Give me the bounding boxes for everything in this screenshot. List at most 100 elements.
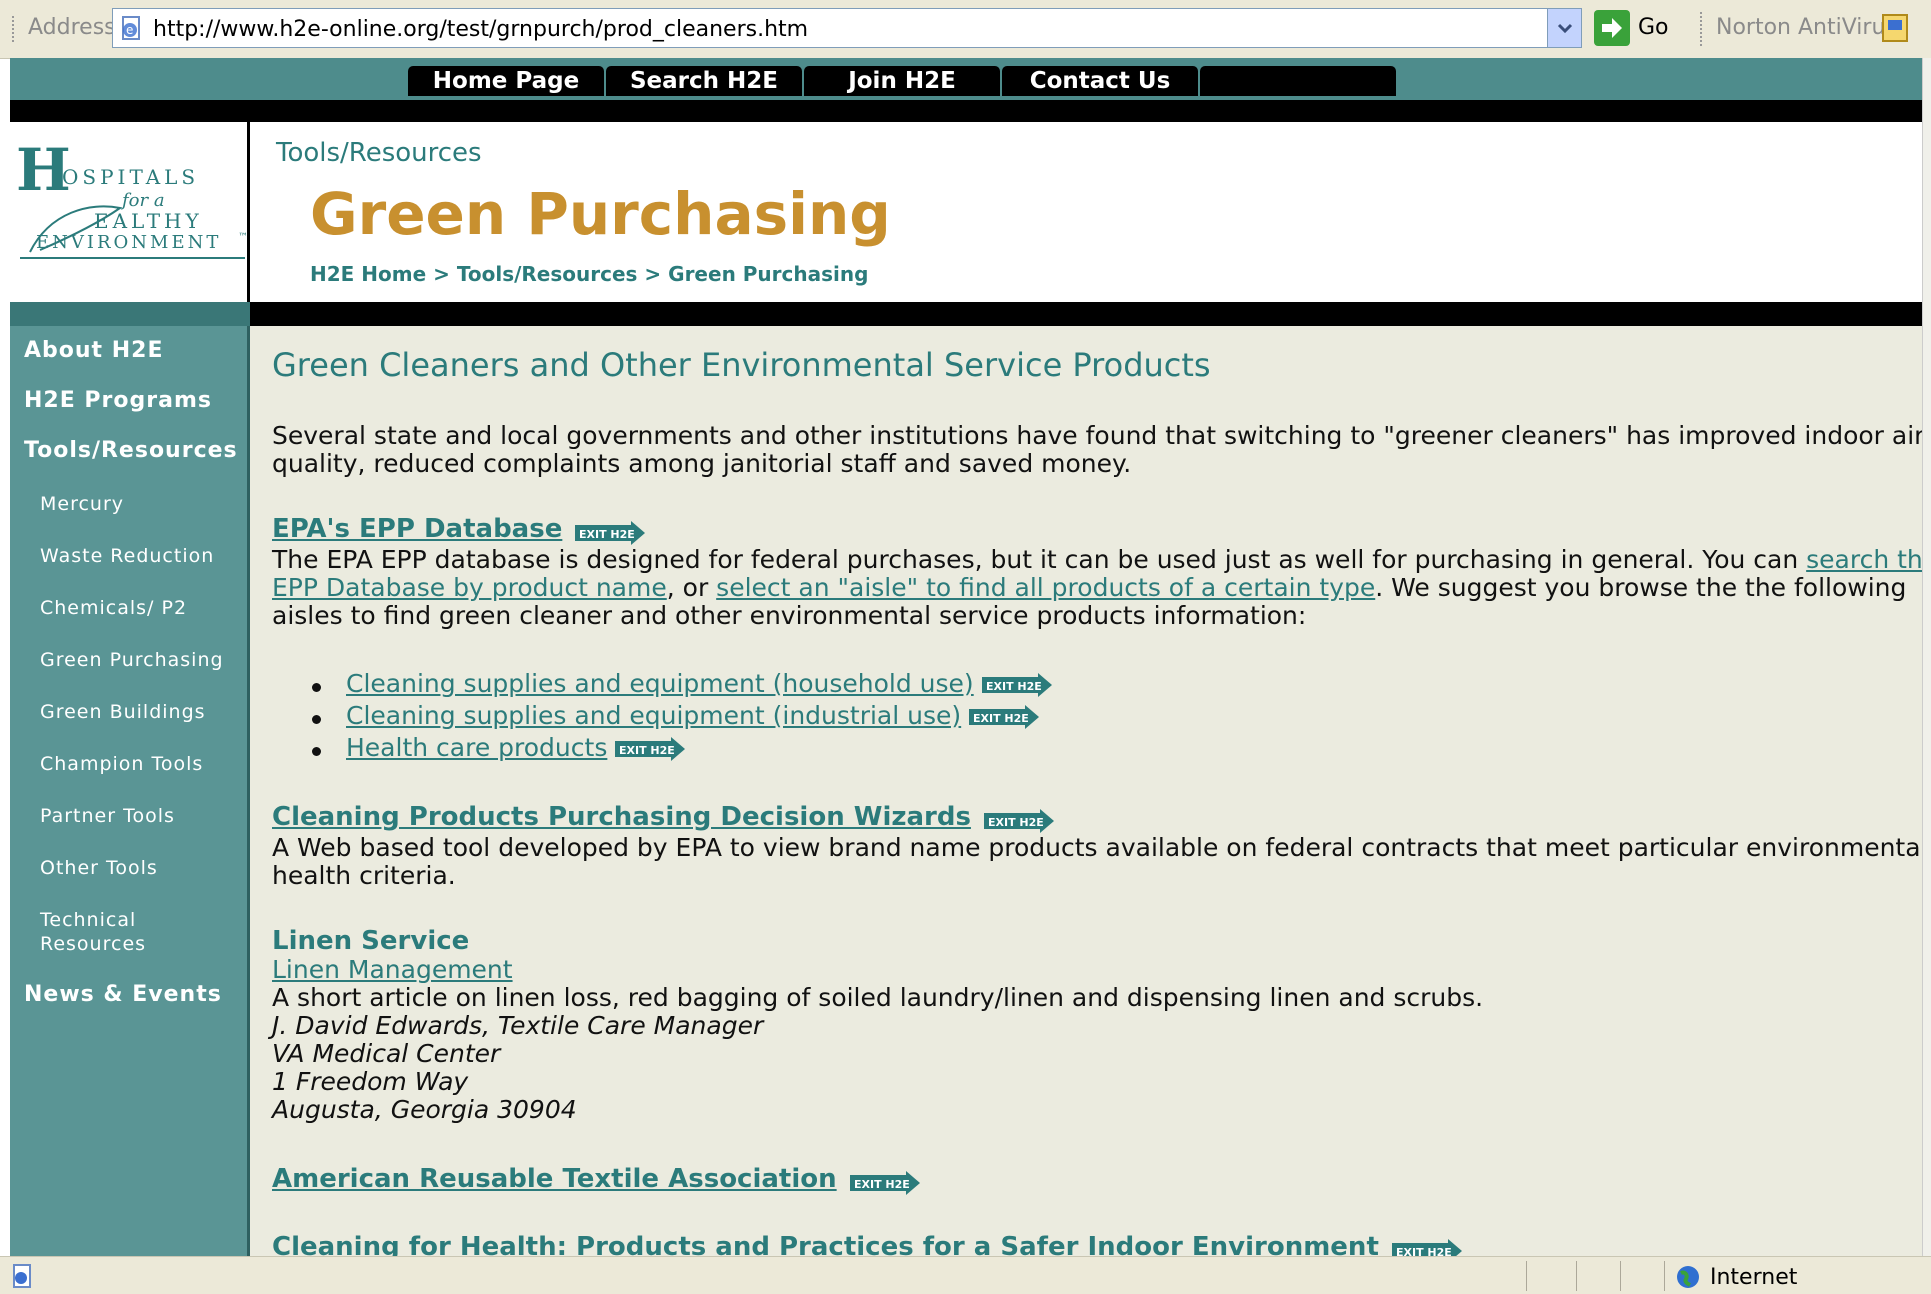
nav-contact-us[interactable]: Contact Us (1002, 66, 1198, 96)
toolbar-grip[interactable] (12, 16, 17, 42)
breadcrumb: H2E Home > Tools/Resources > Green Purch… (310, 262, 868, 286)
sidebar-item-resources[interactable]: Resources (40, 933, 146, 955)
vertical-scrollbar[interactable] (1922, 58, 1931, 1256)
sidebar-item-about-h2e[interactable]: About H2E (24, 338, 163, 363)
address-field[interactable]: e http://www.h2e-online.org/test/grnpurc… (112, 8, 1582, 48)
nav-home-page[interactable]: Home Page (408, 66, 604, 96)
address-label: Address (28, 15, 116, 40)
svg-text:EXIT H2E: EXIT H2E (619, 744, 675, 757)
globe-icon (1677, 1266, 1699, 1288)
sidebar-item-tools-resources[interactable]: Tools/Resources (24, 438, 238, 463)
epp-text-line-3: aisles to find green cleaner and other e… (272, 601, 1307, 630)
svg-text:EXIT H2E: EXIT H2E (986, 680, 1042, 693)
nav-join-h2e[interactable]: Join H2E (804, 66, 1000, 96)
chevron-down-icon (1557, 23, 1572, 34)
sidebar-item-partner-tools[interactable]: Partner Tools (40, 805, 175, 827)
intro-line-1: Several state and local governments and … (272, 421, 1922, 450)
search-epp-link-part1[interactable]: search the (1806, 545, 1922, 574)
search-epp-link-part2[interactable]: EPP Database by product name (272, 573, 667, 602)
svg-text:EXIT H2E: EXIT H2E (854, 1178, 910, 1191)
cleaning-for-health-link[interactable]: Cleaning for Health: Products and Practi… (272, 1232, 1379, 1256)
norton-icon[interactable] (1880, 12, 1910, 44)
arta-row: American Reusable Textile Association EX… (272, 1164, 922, 1195)
epp-title-row: EPA's EPP Database EXIT H2E (272, 514, 647, 545)
arrow-right-icon (1602, 18, 1622, 38)
bullet-marker (312, 683, 321, 692)
sidebar-item-green-buildings[interactable]: Green Buildings (40, 701, 206, 723)
exit-h2e-icon: EXIT H2E (969, 705, 1040, 729)
exit-h2e-icon: EXIT H2E (615, 737, 686, 761)
sidebar-item-waste-reduction[interactable]: Waste Reduction (40, 545, 214, 567)
sidebar-item-chemicals-p2[interactable]: Chemicals/ P2 (40, 597, 187, 619)
breadcrumb-separator: > (644, 262, 662, 286)
breadcrumb-tools-resources[interactable]: Tools/Resources (457, 262, 638, 286)
logo-trademark: ™ (238, 232, 248, 243)
linen-management-link[interactable]: Linen Management (272, 955, 513, 984)
logo-underline (20, 257, 245, 259)
cleaning-for-health-row: Cleaning for Health: Products and Practi… (272, 1232, 1464, 1256)
wizards-desc-line-1: A Web based tool developed by EPA to vie… (272, 833, 1922, 862)
page-status-icon (13, 1264, 31, 1288)
url-text[interactable]: http://www.h2e-online.org/test/grnpurch/… (153, 17, 808, 42)
sidebar-item-h2e-programs[interactable]: H2E Programs (24, 388, 212, 413)
sidebar-item-technical[interactable]: Technical (40, 909, 136, 931)
sidebar-item-green-purchasing[interactable]: Green Purchasing (40, 649, 224, 671)
arta-link[interactable]: American Reusable Textile Association (272, 1164, 837, 1194)
bullet-marker (312, 747, 321, 756)
h2e-logo[interactable]: H OSPITALS for a EALTHY ENVIRONMENT ™ (10, 122, 250, 302)
address-bar: Address e http://www.h2e-online.org/test… (0, 0, 1931, 59)
decision-wizards-link[interactable]: Cleaning Products Purchasing Decision Wi… (272, 802, 971, 832)
sidebar-item-mercury[interactable]: Mercury (40, 493, 124, 515)
breadcrumb-h2e-home[interactable]: H2E Home (310, 262, 426, 286)
logo-line1: OSPITALS (62, 165, 199, 189)
norton-toolbar-label[interactable]: Norton AntiVirus (1716, 15, 1897, 40)
bullet-item-3: Health care products EXIT H2E (346, 734, 687, 762)
page-header: H OSPITALS for a EALTHY ENVIRONMENT ™ To… (10, 122, 1922, 302)
address-dropdown[interactable] (1547, 9, 1581, 47)
svg-text:e: e (126, 23, 133, 37)
linen-address-2: Augusta, Georgia 30904 (272, 1095, 577, 1124)
nav-search-h2e[interactable]: Search H2E (606, 66, 802, 96)
linen-service-heading: Linen Service (272, 926, 470, 956)
bullet-item-2: Cleaning supplies and equipment (industr… (346, 702, 1041, 730)
linen-management-row: Linen Management (272, 956, 513, 984)
industrial-cleaning-link[interactable]: Cleaning supplies and equipment (industr… (346, 701, 961, 730)
intro-line-2: quality, reduced complaints among janito… (272, 449, 1132, 478)
status-divider (1664, 1261, 1665, 1291)
epp-text-line-2: EPP Database by product name, or select … (272, 574, 1906, 602)
top-navigation: Home Page Search H2E Join H2E Contact Us (10, 58, 1922, 100)
linen-org: VA Medical Center (272, 1039, 501, 1068)
main-content: Green Cleaners and Other Environmental S… (250, 326, 1922, 1256)
breadcrumb-green-purchasing[interactable]: Green Purchasing (668, 262, 868, 286)
bullet-item-1: Cleaning supplies and equipment (househo… (346, 670, 1054, 698)
status-divider (1620, 1261, 1621, 1291)
epp-text-1: The EPA EPP database is designed for fed… (272, 545, 1807, 574)
logo-line3: EALTHY (94, 209, 203, 233)
exit-h2e-icon: EXIT H2E (1391, 1238, 1462, 1257)
go-button[interactable] (1594, 10, 1630, 46)
svg-text:EXIT H2E: EXIT H2E (1396, 1246, 1452, 1257)
sidebar: About H2E H2E Programs Tools/Resources M… (10, 326, 250, 1256)
health-care-products-link[interactable]: Health care products (346, 733, 607, 762)
wizards-title-row: Cleaning Products Purchasing Decision Wi… (272, 802, 1056, 833)
go-label[interactable]: Go (1638, 15, 1669, 40)
linen-author: J. David Edwards, Textile Care Manager (272, 1011, 764, 1040)
epp-database-link[interactable]: EPA's EPP Database (272, 514, 562, 544)
select-aisle-link[interactable]: select an "aisle" to find all products o… (716, 573, 1375, 602)
sidebar-item-other-tools[interactable]: Other Tools (40, 857, 158, 879)
logo-graphic: H OSPITALS for a EALTHY ENVIRONMENT ™ (16, 136, 248, 253)
status-divider (1526, 1261, 1527, 1291)
security-zone-label: Internet (1710, 1265, 1798, 1290)
linen-address-1: 1 Freedom Way (272, 1067, 469, 1096)
epp-text-3: . We suggest you browse the the followin… (1375, 573, 1907, 602)
status-bar: Internet (0, 1256, 1931, 1294)
logo-line4: ENVIRONMENT (36, 232, 221, 253)
section-title[interactable]: Tools/Resources (276, 138, 482, 168)
household-cleaning-link[interactable]: Cleaning supplies and equipment (househo… (346, 669, 974, 698)
sidebar-item-champion-tools[interactable]: Champion Tools (40, 753, 203, 775)
page-title: Green Purchasing (310, 180, 891, 248)
exit-h2e-icon: EXIT H2E (575, 520, 646, 545)
epp-text-line-1: The EPA EPP database is designed for fed… (272, 546, 1922, 574)
sidebar-item-news-events[interactable]: News & Events (24, 982, 222, 1007)
sidebar-cap (10, 302, 250, 326)
